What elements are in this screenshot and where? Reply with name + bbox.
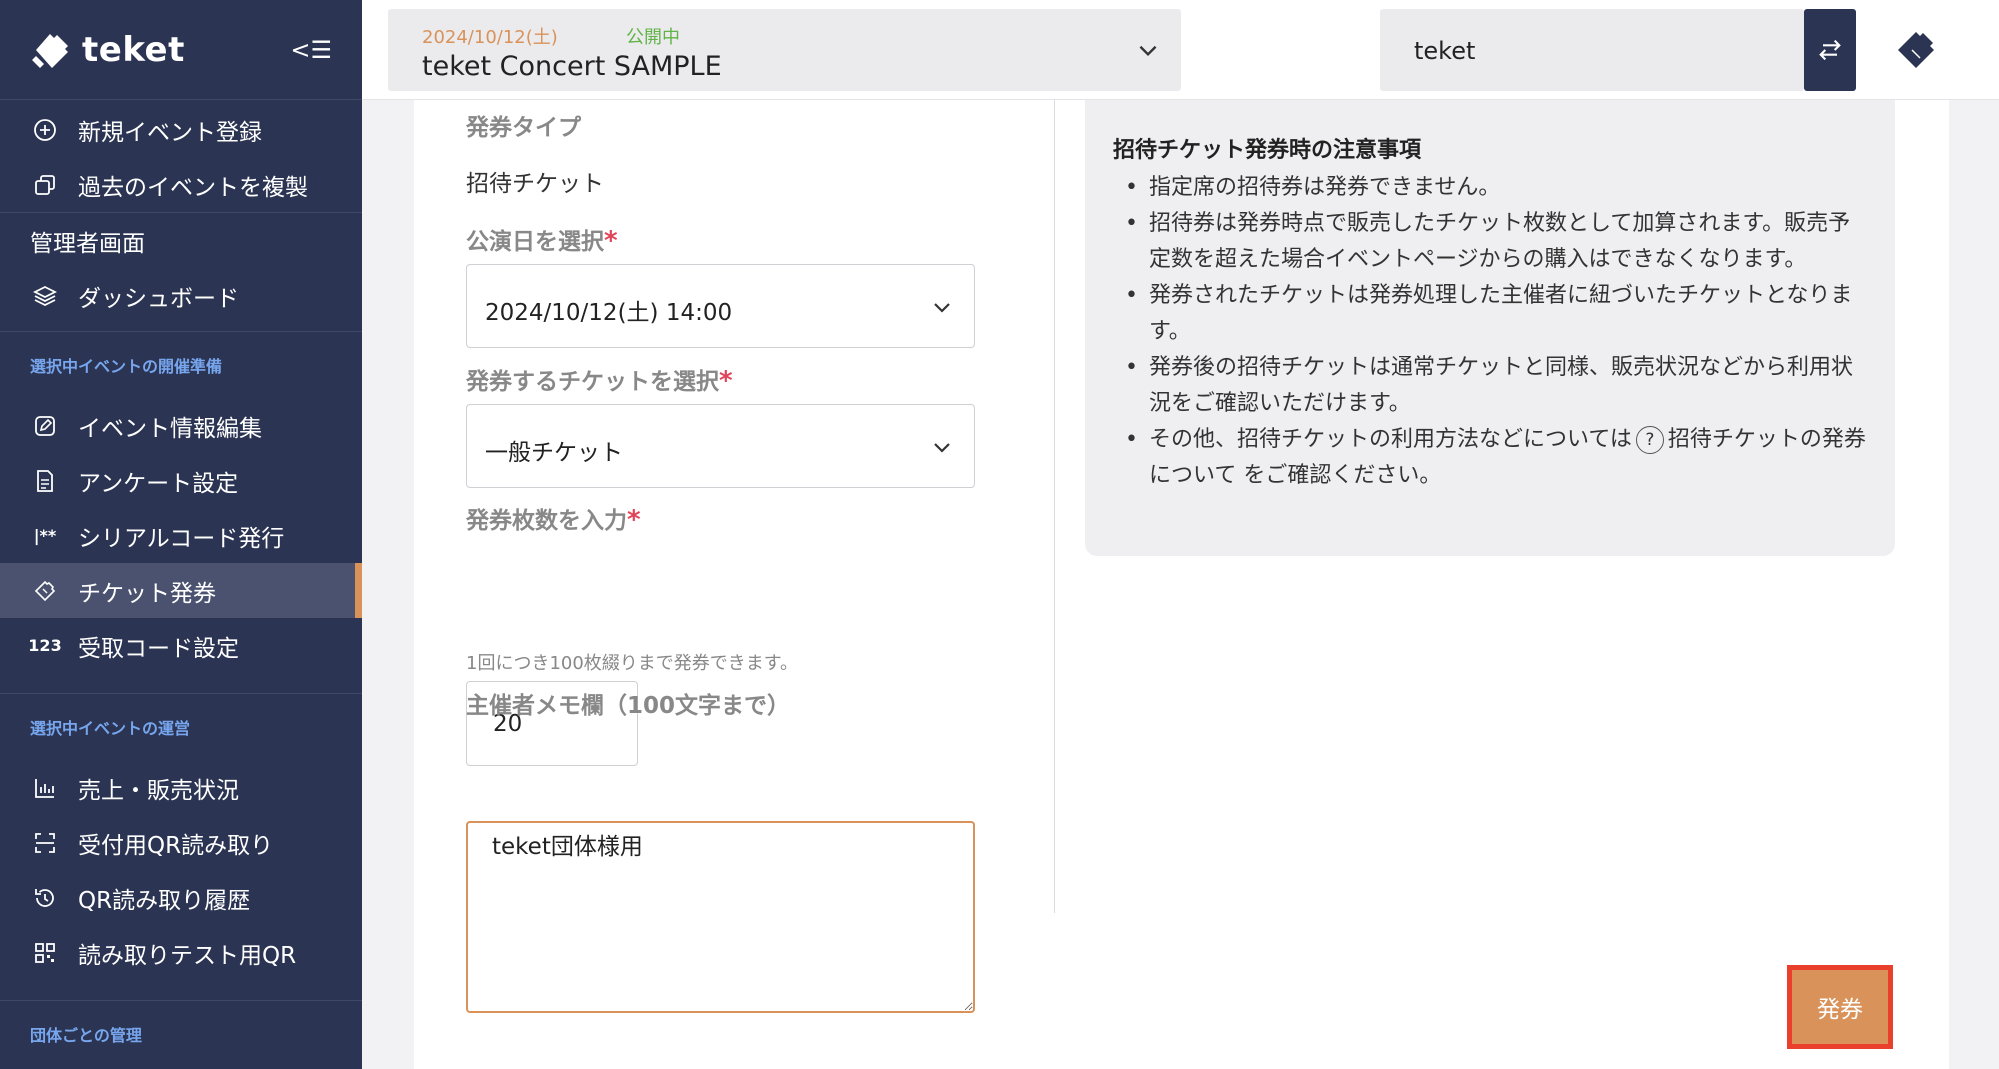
vertical-divider	[1054, 100, 1055, 913]
sidebar-item-label: QR読み取り履歴	[78, 887, 251, 914]
section-label-org: 団体ごとの管理	[30, 1026, 142, 1045]
ticket-icon[interactable]	[1894, 28, 1938, 72]
chevron-down-icon	[934, 443, 950, 453]
event-title: teket Concert SAMPLE	[422, 51, 722, 82]
ticket-select-label: 発券するチケットを選択*	[466, 362, 733, 396]
question-circle-icon: ?	[1635, 426, 1664, 454]
ticket-select[interactable]: 一般チケット	[466, 404, 975, 488]
sidebar-item-qr-reception[interactable]: 受付用QR読み取り	[0, 815, 362, 870]
serial-code-icon: |**	[33, 526, 57, 545]
performance-date-label: 公演日を選択*	[466, 222, 618, 256]
sidebar-item-label: 新規イベント登録	[78, 119, 262, 146]
sidebar-item-test-qr[interactable]: 読み取りテスト用QR	[0, 925, 362, 980]
notice-item-prefix: その他、招待チケットの利用方法などについては	[1149, 427, 1632, 452]
event-status-badge: 公開中	[626, 27, 680, 48]
sidebar-item-label: チケット発券	[78, 580, 216, 607]
notice-item: 指定席の招待券は発券できません。	[1113, 170, 1867, 206]
sidebar-item-label: 読み取りテスト用QR	[78, 942, 297, 969]
notice-item: 発券後の招待チケットは通常チケットと同様、販売状況などから利用状況をご確認いただ…	[1113, 350, 1867, 422]
sidebar: teket <☰ 新規イベント登録 過去のイベントを複製 管理者画面 ダッシュボ…	[0, 0, 362, 1069]
sidebar-item-label: シリアルコード発行	[78, 525, 285, 552]
event-date: 2024/10/12(土)	[422, 27, 558, 48]
chevron-down-icon	[1139, 45, 1157, 57]
layers-icon	[32, 283, 58, 309]
collapse-sidebar-button[interactable]: <☰	[290, 36, 332, 64]
ticket-select-value: 一般チケット	[485, 440, 623, 466]
sidebar-item-ticket-issue[interactable]: チケット発券	[0, 563, 362, 618]
sidebar-item-label: 受取コード設定	[78, 635, 239, 662]
quantity-hint: 1回につき100枚綴りまで発券できます。	[466, 653, 799, 674]
ticket-select-label-text: 発券するチケットを選択	[466, 369, 719, 395]
copy-icon	[32, 172, 58, 198]
issue-type-label: 発券タイプ	[466, 115, 581, 141]
sidebar-item-survey[interactable]: アンケート設定	[0, 453, 362, 508]
notice-item-suffix: をご確認ください。	[1243, 463, 1442, 488]
chevron-down-icon	[934, 303, 950, 313]
sidebar-item-duplicate-event[interactable]: 過去のイベントを複製	[0, 157, 362, 212]
top-bar: 2024/10/12(土) 公開中 teket Concert SAMPLE t…	[362, 0, 1999, 100]
edit-icon	[32, 413, 58, 439]
ticket-icon	[32, 578, 58, 604]
sidebar-item-label: ダッシュボード	[78, 285, 239, 312]
plus-circle-icon	[32, 117, 58, 143]
memo-label: 主催者メモ欄（100文字まで）	[466, 693, 791, 719]
organization-display: teket	[1380, 9, 1804, 91]
sidebar-item-receive-code[interactable]: 123 受取コード設定	[0, 618, 362, 673]
app-name: teket	[82, 29, 185, 70]
logo-row: teket <☰	[0, 0, 362, 100]
quantity-label: 発券枚数を入力*	[466, 501, 641, 535]
sidebar-item-label: 売上・販売状況	[78, 777, 239, 804]
sidebar-item-serial-code[interactable]: |** シリアルコード発行	[0, 508, 362, 563]
qr-code-icon	[32, 940, 58, 966]
teket-logo-icon	[32, 33, 68, 68]
organization-name: teket	[1414, 37, 1476, 65]
sidebar-item-label: 受付用QR読み取り	[78, 832, 274, 859]
performance-date-select[interactable]: 2024/10/12(土) 14:00	[466, 264, 975, 348]
issue-type-value: 招待チケット	[466, 171, 604, 197]
admin-screen-label: 管理者画面	[30, 230, 145, 257]
swap-arrows-icon	[1819, 39, 1841, 61]
performance-date-value: 2024/10/12(土) 14:00	[485, 300, 733, 326]
notice-item: 招待券は発券時点で販売したチケット枚数として加算されます。販売予定数を超えた場合…	[1113, 206, 1867, 278]
performance-date-label-text: 公演日を選択	[466, 229, 604, 255]
memo-textarea[interactable]: teket団体様用	[466, 821, 975, 1013]
sidebar-item-label: 過去のイベントを複製	[78, 174, 308, 201]
notice-box: 招待チケット発券時の注意事項 指定席の招待券は発券できません。 招待券は発券時点…	[1085, 100, 1895, 556]
issue-button[interactable]: 発券	[1787, 965, 1893, 1049]
notice-title: 招待チケット発券時の注意事項	[1113, 138, 1422, 163]
bar-chart-icon	[32, 775, 58, 801]
sidebar-item-edit-event[interactable]: イベント情報編集	[0, 398, 362, 453]
event-selector[interactable]: 2024/10/12(土) 公開中 teket Concert SAMPLE	[388, 9, 1181, 91]
sidebar-item-new-event[interactable]: 新規イベント登録	[0, 102, 362, 157]
sidebar-item-label: アンケート設定	[78, 470, 239, 497]
sidebar-item-dashboard[interactable]: ダッシュボード	[0, 268, 362, 323]
scan-icon	[32, 830, 58, 856]
notice-item: 発券されたチケットは発券処理した主催者に紐づいたチケットとなります。	[1113, 278, 1867, 350]
required-mark: *	[604, 226, 618, 256]
sidebar-item-label: イベント情報編集	[78, 415, 262, 442]
switch-organization-button[interactable]	[1804, 9, 1856, 91]
required-mark: *	[719, 366, 733, 396]
document-icon	[32, 468, 58, 494]
section-label-ops: 選択中イベントの運営	[30, 719, 191, 738]
history-icon	[32, 885, 58, 911]
required-mark: *	[627, 505, 641, 535]
number-icon: 123	[28, 636, 62, 655]
notice-item: その他、招待チケットの利用方法などについては?招待チケットの発券について をご確…	[1113, 422, 1867, 494]
sidebar-item-qr-history[interactable]: QR読み取り履歴	[0, 870, 362, 925]
ticket-issue-card: 発券タイプ 招待チケット 公演日を選択* 2024/10/12(土) 14:00…	[414, 100, 1949, 1069]
quantity-label-text: 発券枚数を入力	[466, 508, 627, 534]
sidebar-item-sales[interactable]: 売上・販売状況	[0, 760, 362, 815]
section-label-prep: 選択中イベントの開催準備	[30, 357, 223, 376]
notice-list: 指定席の招待券は発券できません。 招待券は発券時点で販売したチケット枚数として加…	[1113, 170, 1867, 494]
